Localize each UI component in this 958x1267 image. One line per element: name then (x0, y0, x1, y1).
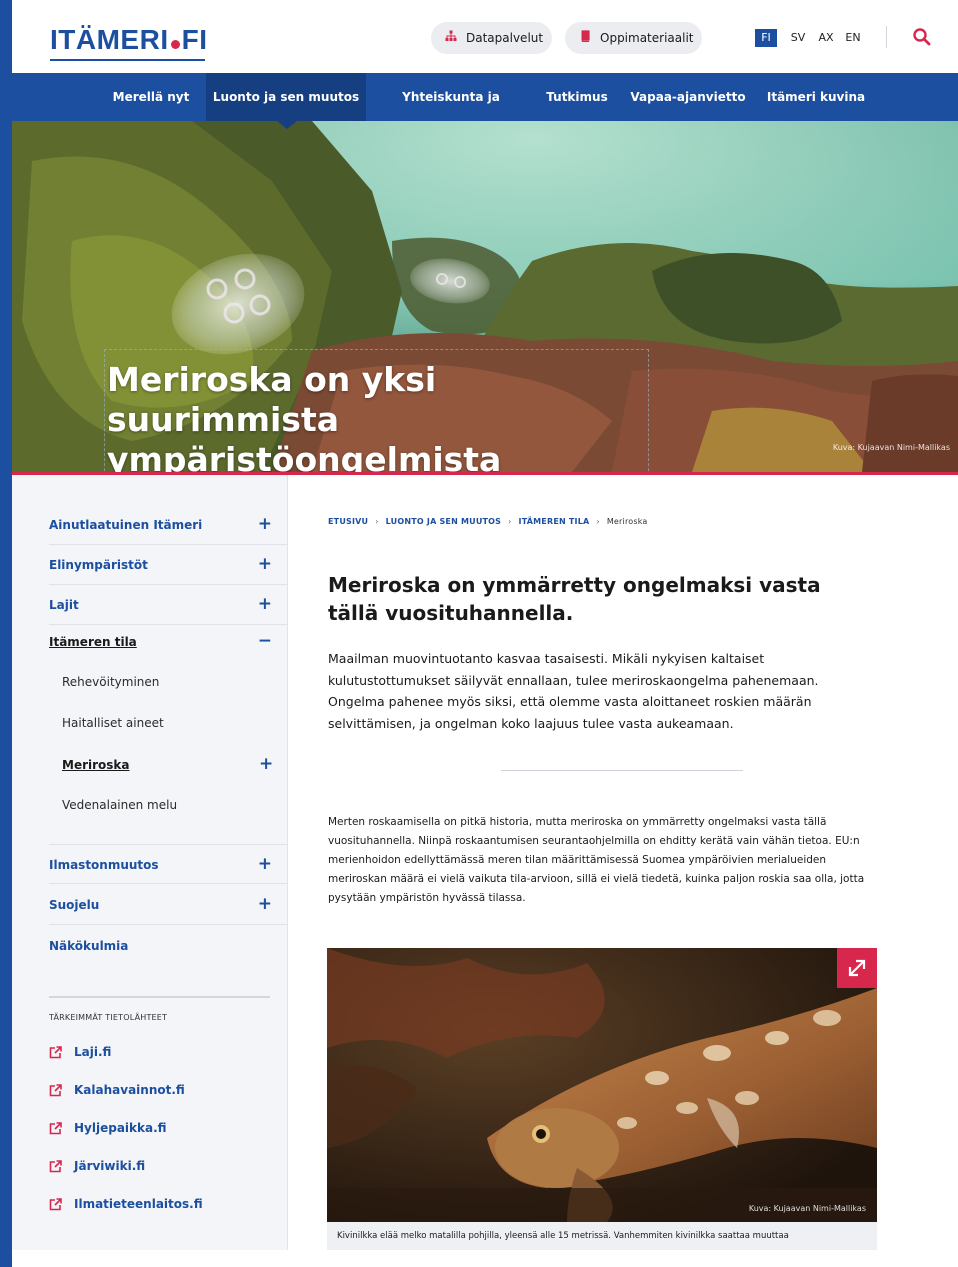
external-link-icon (49, 1121, 62, 1134)
breadcrumb-separator: › (508, 517, 512, 526)
source-link-jarviwiki[interactable]: Järviwiki.fi (49, 1159, 145, 1173)
sidebar-item-nakokulmia[interactable]: Näkökulmia (49, 926, 288, 966)
source-link-label: Laji.fi (74, 1045, 112, 1059)
site-header: ITÄMERI FI Datapalvelut Oppimateriaalit … (12, 0, 958, 73)
logo-text-left: ITÄMERI (50, 24, 169, 55)
logo-text-right: FI (181, 24, 208, 55)
sidebar-item-label: Ainutlaatuinen Itämeri (49, 518, 203, 532)
external-link-icon (49, 1083, 62, 1096)
breadcrumb-itameren-tila[interactable]: ITÄMEREN TILA (519, 517, 590, 526)
fish-photo (327, 948, 877, 1222)
external-link-icon (49, 1159, 62, 1172)
hero-title-line-1: Meriroska on yksi suurimmista (107, 360, 437, 439)
sidebar-divider (49, 996, 270, 998)
hero-image: Meriroska on yksi suurimmista ympäristöo… (12, 121, 958, 472)
language-fi[interactable]: FI (755, 29, 777, 47)
external-link-icon (49, 1045, 62, 1058)
breadcrumb-separator: › (596, 517, 600, 526)
nav-item-yhteiskunta[interactable]: Yhteiskunta ja Itämeri (376, 73, 526, 152)
nav-item-tutkimus[interactable]: Tutkimus (540, 73, 614, 121)
window-frame-left (0, 0, 12, 1267)
article-lead: Maailman muovintuotanto kasvaa tasaisest… (328, 651, 819, 731)
source-link-label: Järviwiki.fi (74, 1159, 146, 1173)
language-ax[interactable]: AX (815, 29, 837, 47)
nav-item-itameri-kuvina[interactable]: Itämeri kuvina (762, 73, 870, 121)
collapse-icon[interactable]: − (258, 631, 272, 651)
source-link-label: Hyljepaikka.fi (74, 1121, 167, 1135)
datapalvelut-label: Datapalvelut (466, 31, 544, 45)
oppimateriaalit-button[interactable]: Oppimateriaalit (565, 22, 702, 54)
sidebar-item-label: Ilmastonmuutos (49, 858, 159, 872)
sidebar-subitem-meriroska[interactable]: Meriroska (62, 758, 130, 772)
sidebar-item-suojelu[interactable]: Suojelu + (49, 885, 288, 925)
expand-icon[interactable]: + (258, 514, 272, 534)
breadcrumb-separator: › (375, 517, 379, 526)
logo-dot (170, 40, 180, 49)
breadcrumb-current: Meriroska (606, 517, 648, 526)
book-icon (579, 30, 591, 46)
expand-icon (848, 959, 866, 977)
hero-title-line-2: ympäristöongelmista (107, 440, 502, 472)
external-link-icon (49, 1197, 62, 1210)
sidebar-item-label: Elinympäristöt (49, 558, 148, 572)
page: ITÄMERI FI Datapalvelut Oppimateriaalit … (12, 0, 958, 1267)
breadcrumb-etusivu[interactable]: ETUSIVU (328, 517, 368, 526)
oppimateriaalit-label: Oppimateriaalit (600, 31, 694, 45)
article-heading: Meriroska on ymmärretty ongelmaksi vasta… (328, 573, 821, 625)
site-logo[interactable]: ITÄMERI FI (50, 24, 208, 61)
source-link-label: Kalahavainnot.fi (74, 1083, 185, 1097)
breadcrumb: ETUSIVU › LUONTO JA SEN MUUTOS › ITÄMERE… (328, 517, 648, 526)
hero-photo-credit: Kuva: Kujaavan Nimi-Mallikas (832, 443, 950, 452)
language-sv[interactable]: SV (788, 29, 808, 47)
source-link-laji[interactable]: Laji.fi (49, 1045, 111, 1059)
sidebar-item-label: Suojelu (49, 898, 100, 912)
nav-item-luonto[interactable]: Luonto ja sen muutos (206, 73, 366, 121)
article-body: Merten roskaamisella on pitkä historia, … (328, 816, 865, 904)
nav-item-vapaa-ajanvietto[interactable]: Vapaa-ajanvietto (628, 73, 748, 121)
expand-image-button[interactable] (837, 948, 877, 988)
sidebar-item-elinymparistot[interactable]: Elinympäristöt + (49, 545, 288, 585)
figure-photo-credit: Kuva: Kujaavan Nimi-Mallikas (748, 1204, 866, 1213)
expand-icon[interactable]: + (258, 554, 272, 574)
sidebar-item-lajit[interactable]: Lajit + (49, 585, 288, 625)
sidebar-item-label: Itämeren tila (49, 635, 137, 649)
sidebar-subitem-haitalliset-aineet[interactable]: Haitalliset aineet (62, 716, 164, 730)
logo-underline (50, 59, 205, 61)
nav-item-merella-nyt[interactable]: Merellä nyt (106, 73, 196, 121)
sources-heading: TÄRKEIMMÄT TIETOLÄHTEET (49, 1013, 168, 1022)
article-figure[interactable]: Kuva: Kujaavan Nimi-Mallikas (327, 948, 877, 1222)
expand-icon[interactable]: + (258, 594, 272, 614)
expand-icon[interactable]: + (259, 754, 273, 774)
sidebar-item-ainutlaatuinen[interactable]: Ainutlaatuinen Itämeri + (49, 505, 288, 545)
main-navigation: Merellä nyt Luonto ja sen muutos Yhteisk… (12, 73, 958, 152)
source-link-label: Ilmatieteenlaitos.fi (74, 1197, 203, 1211)
sidebar-item-label: Näkökulmia (49, 939, 129, 953)
sidebar-subitem-vedenalainen-melu[interactable]: Vedenalainen melu (62, 798, 177, 812)
source-link-kalahavainnot[interactable]: Kalahavainnot.fi (49, 1083, 185, 1097)
header-divider (886, 26, 887, 48)
expand-icon[interactable]: + (258, 854, 272, 874)
sidebar-item-ilmastonmuutos[interactable]: Ilmastonmuutos + (49, 844, 288, 884)
sidebar-item-label: Lajit (49, 598, 79, 612)
content-divider (501, 770, 743, 771)
sidebar-item-itameren-tila[interactable]: Itämeren tila − (49, 622, 288, 662)
source-link-ilmatieteenlaitos[interactable]: Ilmatieteenlaitos.fi (49, 1197, 203, 1211)
search-icon[interactable] (912, 27, 932, 47)
hero-title: Meriroska on yksi suurimmista ympäristöo… (104, 349, 649, 472)
sidebar-subitem-rehevoityminen[interactable]: Rehevöityminen (62, 675, 159, 689)
expand-icon[interactable]: + (258, 894, 272, 914)
datapalvelut-button[interactable]: Datapalvelut (431, 22, 552, 54)
sitemap-icon (445, 30, 457, 46)
language-en[interactable]: EN (842, 29, 864, 47)
figure-caption: Kivinilkka elää melko matalilla pohjilla… (327, 1222, 877, 1250)
breadcrumb-luonto[interactable]: LUONTO JA SEN MUUTOS (386, 517, 501, 526)
nav-active-indicator (277, 121, 297, 129)
source-link-hyljepaikka[interactable]: Hyljepaikka.fi (49, 1121, 167, 1135)
